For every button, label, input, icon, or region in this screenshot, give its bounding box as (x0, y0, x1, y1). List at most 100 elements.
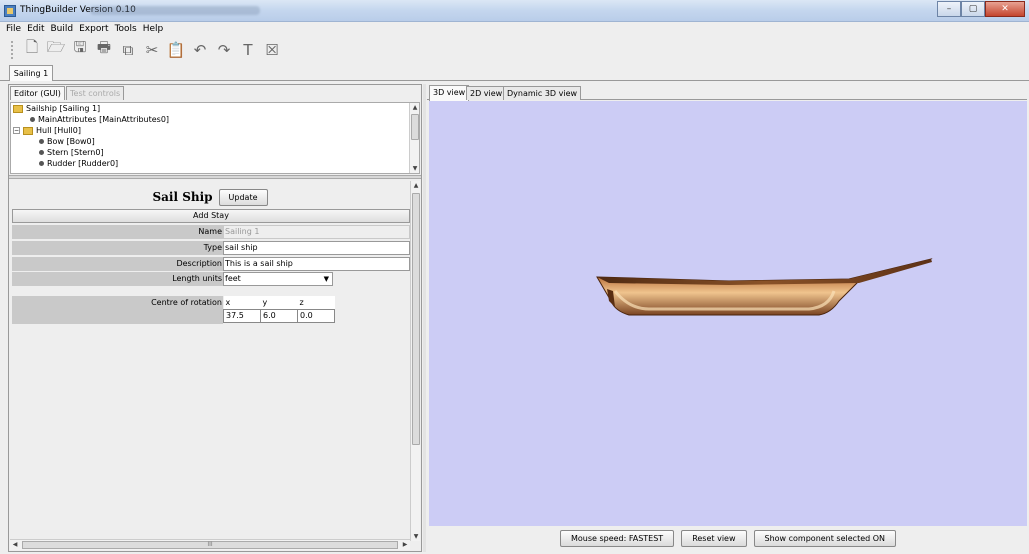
show-component-button[interactable]: Show component selected ON (753, 530, 897, 547)
update-button[interactable]: Update (218, 188, 268, 206)
window-controls: – ▢ ✕ (937, 1, 1025, 17)
scrollbar-thumb[interactable] (411, 114, 419, 140)
close-button[interactable]: ✕ (985, 1, 1025, 17)
editor-tabs: Editor (GUI) Test controls (9, 85, 421, 100)
hull-deck (597, 259, 932, 285)
menu-build[interactable]: Build (50, 22, 75, 36)
tab-dynamic-3d-view[interactable]: Dynamic 3D view (503, 86, 582, 100)
tree-item[interactable]: Sailship [Sailing 1] (13, 104, 100, 113)
title-bar: ThingBuilder Version 0.10 – ▢ ✕ (0, 0, 1029, 22)
centre-x-field[interactable]: 37.5 (223, 308, 261, 323)
tree-item-label: Hull [Hull0] (36, 126, 81, 135)
undo-icon[interactable]: ↶ (191, 41, 209, 59)
folder-icon (13, 104, 23, 113)
build-icon[interactable]: T (239, 41, 257, 59)
tab-test-controls[interactable]: Test controls (66, 86, 125, 100)
centre-z-field[interactable]: 0.0 (297, 308, 335, 323)
leaf-icon (30, 117, 35, 122)
property-description-row: Description This is a sail ship (12, 257, 410, 271)
folder-icon (23, 126, 33, 135)
editor-title: Sail Ship (152, 190, 213, 204)
scroll-right-icon[interactable]: ▶ (400, 540, 410, 550)
tree-item[interactable]: MainAttributes [MainAttributes0] (30, 115, 169, 124)
property-type-row: Type sail ship (12, 241, 410, 255)
menu-help[interactable]: Help (142, 22, 165, 36)
menu-tools[interactable]: Tools (114, 22, 138, 36)
scroll-down-icon[interactable]: ▼ (411, 532, 420, 541)
length-units-value: feet (225, 274, 241, 283)
menu-file[interactable]: File (5, 22, 22, 36)
menu-bar: File Edit Build Export Tools Help (0, 22, 1029, 36)
app-icon (4, 5, 16, 17)
cut-icon[interactable]: ✂ (143, 41, 161, 59)
add-stay-button[interactable]: Add Stay (12, 209, 410, 223)
leaf-icon (39, 150, 44, 155)
tree-item-label: Bow [Bow0] (47, 137, 95, 146)
tree-scrollbar[interactable]: ▲ ▼ (409, 103, 419, 173)
ship-hull-render (596, 258, 933, 316)
scroll-left-icon[interactable]: ◀ (10, 540, 20, 550)
new-document-icon[interactable]: 🗋 (23, 38, 41, 59)
tree-item[interactable]: Rudder [Rudder0] (39, 159, 118, 168)
scrollbar-thumb[interactable] (412, 193, 420, 445)
open-folder-icon[interactable]: 🗁 (47, 38, 66, 59)
description-field[interactable]: This is a sail ship (223, 257, 410, 271)
centre-y-field[interactable]: 6.0 (260, 308, 298, 323)
editor-scrollbar[interactable]: ▲ ▼ (410, 181, 420, 541)
name-field: Sailing 1 (223, 225, 410, 239)
property-editor: Sail Ship Update Add Stay Name Sailing 1… (10, 181, 420, 541)
tree-item[interactable]: Stern [Stern0] (39, 148, 104, 157)
3d-viewport[interactable] (429, 101, 1027, 526)
toolbar-grip[interactable] (11, 40, 15, 59)
minimize-button[interactable]: – (937, 1, 961, 17)
description-label: Description (12, 257, 223, 271)
type-field[interactable]: sail ship (223, 241, 410, 255)
mouse-speed-button[interactable]: Mouse speed: FASTEST (559, 530, 675, 547)
tree-item-label: Stern [Stern0] (47, 148, 104, 157)
editor-horizontal-scrollbar[interactable]: ◀ III ▶ (10, 539, 410, 550)
redo-icon[interactable]: ↷ (215, 41, 233, 59)
column-header-z: z (297, 296, 335, 309)
editor-panel: Editor (GUI) Test controls Sailship [Sai… (8, 84, 422, 552)
name-label: Name (12, 225, 223, 239)
maximize-button[interactable]: ▢ (961, 1, 985, 17)
tree-item-label: MainAttributes [MainAttributes0] (38, 115, 170, 124)
scroll-up-icon[interactable]: ▲ (410, 103, 420, 112)
property-length-units-row: Length units feet ▼ (12, 272, 410, 286)
scrollbar-thumb[interactable]: III (22, 541, 398, 549)
chevron-down-icon: ▼ (323, 275, 329, 283)
tree-item[interactable]: − Hull [Hull0] (13, 126, 81, 135)
print-icon[interactable]: 🖶 (95, 38, 113, 59)
tab-sailing-1[interactable]: Sailing 1 (9, 65, 53, 81)
leaf-icon (39, 139, 44, 144)
panel-splitter[interactable] (423, 84, 426, 552)
menu-export[interactable]: Export (78, 22, 109, 36)
scroll-up-icon[interactable]: ▲ (411, 181, 420, 190)
view-panel: 3D view 2D view Dynamic 3D view Mouse sp… (427, 84, 1027, 552)
copy-icon[interactable]: ⧉ (119, 41, 137, 59)
reset-view-button[interactable]: Reset view (681, 530, 747, 547)
menu-edit[interactable]: Edit (26, 22, 45, 36)
scroll-down-icon[interactable]: ▼ (410, 164, 420, 173)
component-tree: Sailship [Sailing 1] MainAttributes [Mai… (10, 102, 420, 174)
tab-2d-view[interactable]: 2D view (466, 86, 507, 100)
length-units-label: Length units (12, 272, 223, 286)
leaf-icon (39, 161, 44, 166)
type-label: Type (12, 241, 223, 255)
tree-item-label: Sailship [Sailing 1] (26, 104, 101, 113)
collapse-icon[interactable]: − (13, 127, 20, 134)
toolbar: 🗋 🗁 🖫 🖶 ⧉ ✂ 📋 ↶ ↷ T ☒ (0, 36, 1029, 63)
view-controls-bar: Mouse speed: FASTEST Reset view Show com… (429, 526, 1027, 551)
property-name-row: Name Sailing 1 (12, 225, 410, 239)
centre-of-rotation-label: Centre of rotation (12, 296, 223, 324)
column-header-y: y (260, 296, 298, 309)
tree-item-label: Rudder [Rudder0] (47, 159, 119, 168)
tree-item[interactable]: Bow [Bow0] (39, 137, 95, 146)
tab-editor-gui[interactable]: Editor (GUI) (10, 86, 65, 100)
close-document-icon[interactable]: ☒ (263, 41, 281, 59)
length-units-select[interactable]: feet ▼ (223, 272, 333, 286)
tab-3d-view[interactable]: 3D view (429, 85, 470, 101)
paste-icon[interactable]: 📋 (167, 41, 186, 59)
save-icon[interactable]: 🖫 (71, 38, 89, 59)
split-divider[interactable] (9, 175, 421, 179)
